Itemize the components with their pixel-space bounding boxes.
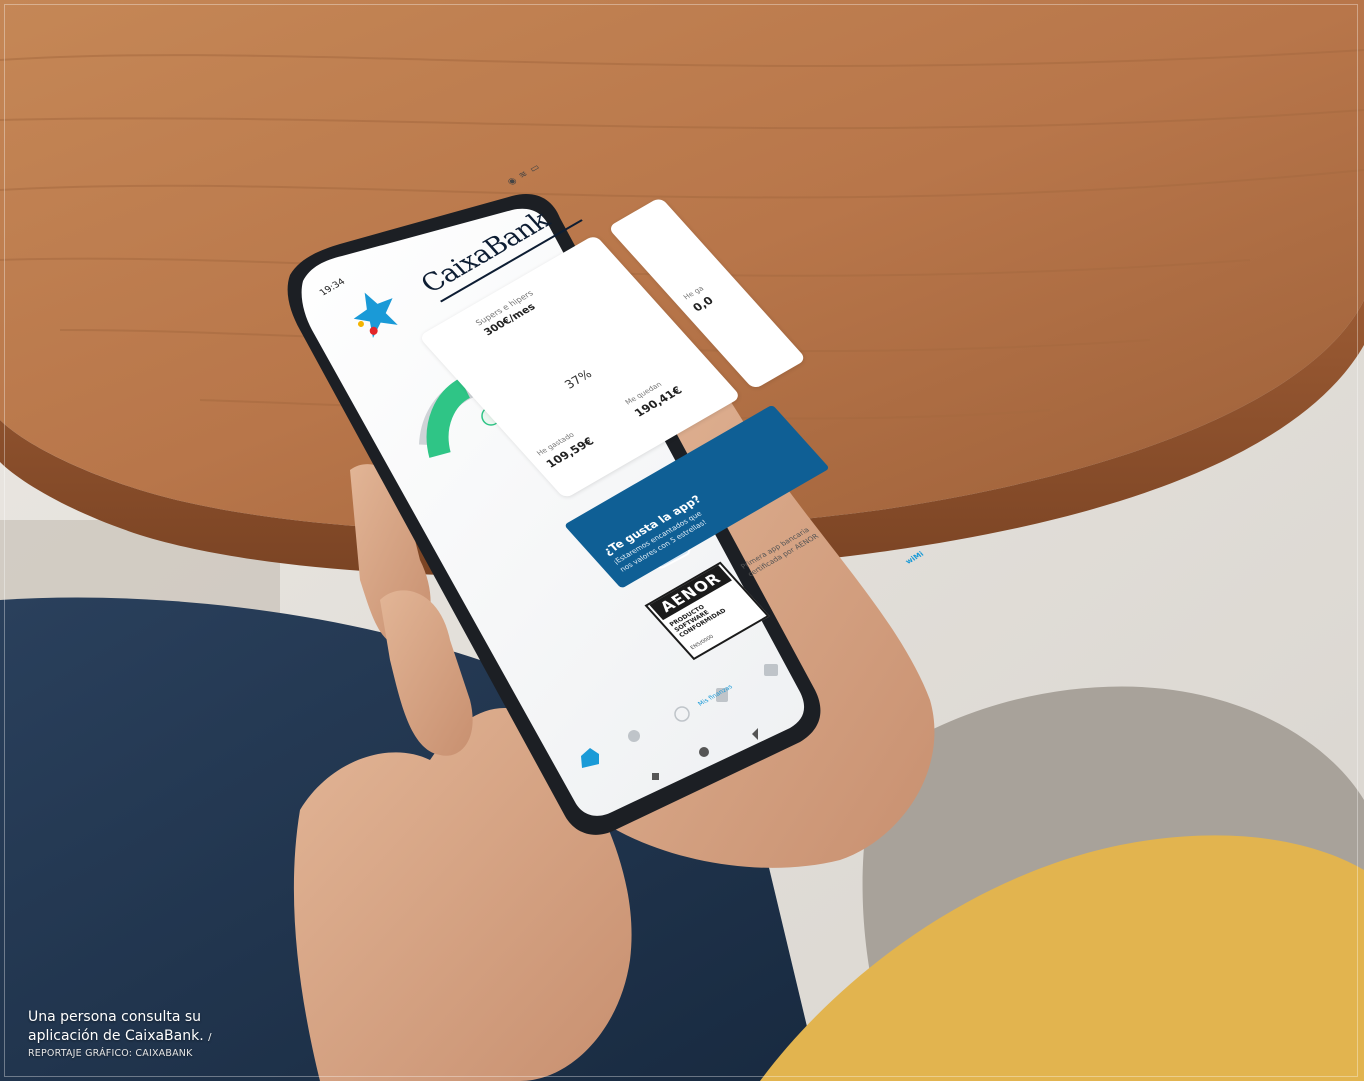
caption-line: Una persona consulta su — [28, 1009, 202, 1025]
caption-separator: / — [208, 1032, 212, 1043]
photo-credit: REPORTAJE GRÁFICO: CAIXABANK — [28, 1048, 193, 1059]
status-icons: ◉ ≋ ▭ — [505, 162, 544, 188]
caption-text: aplicación de CaixaBank. — [28, 1028, 204, 1044]
photo-scene: 19:34 ◉ ≋ ▭ CaixaBank Supers e hipers 30… — [0, 0, 1364, 1081]
photo-caption: Una persona consulta su aplicación de Ca… — [28, 1008, 328, 1061]
nav-item-wimi[interactable]: wiMi — [904, 550, 926, 565]
nav-item-home[interactable]: Mis finanzas — [697, 683, 734, 707]
status-time: 19:34 — [317, 277, 348, 299]
caption-line-2: aplicación de CaixaBank. / — [28, 1027, 328, 1047]
